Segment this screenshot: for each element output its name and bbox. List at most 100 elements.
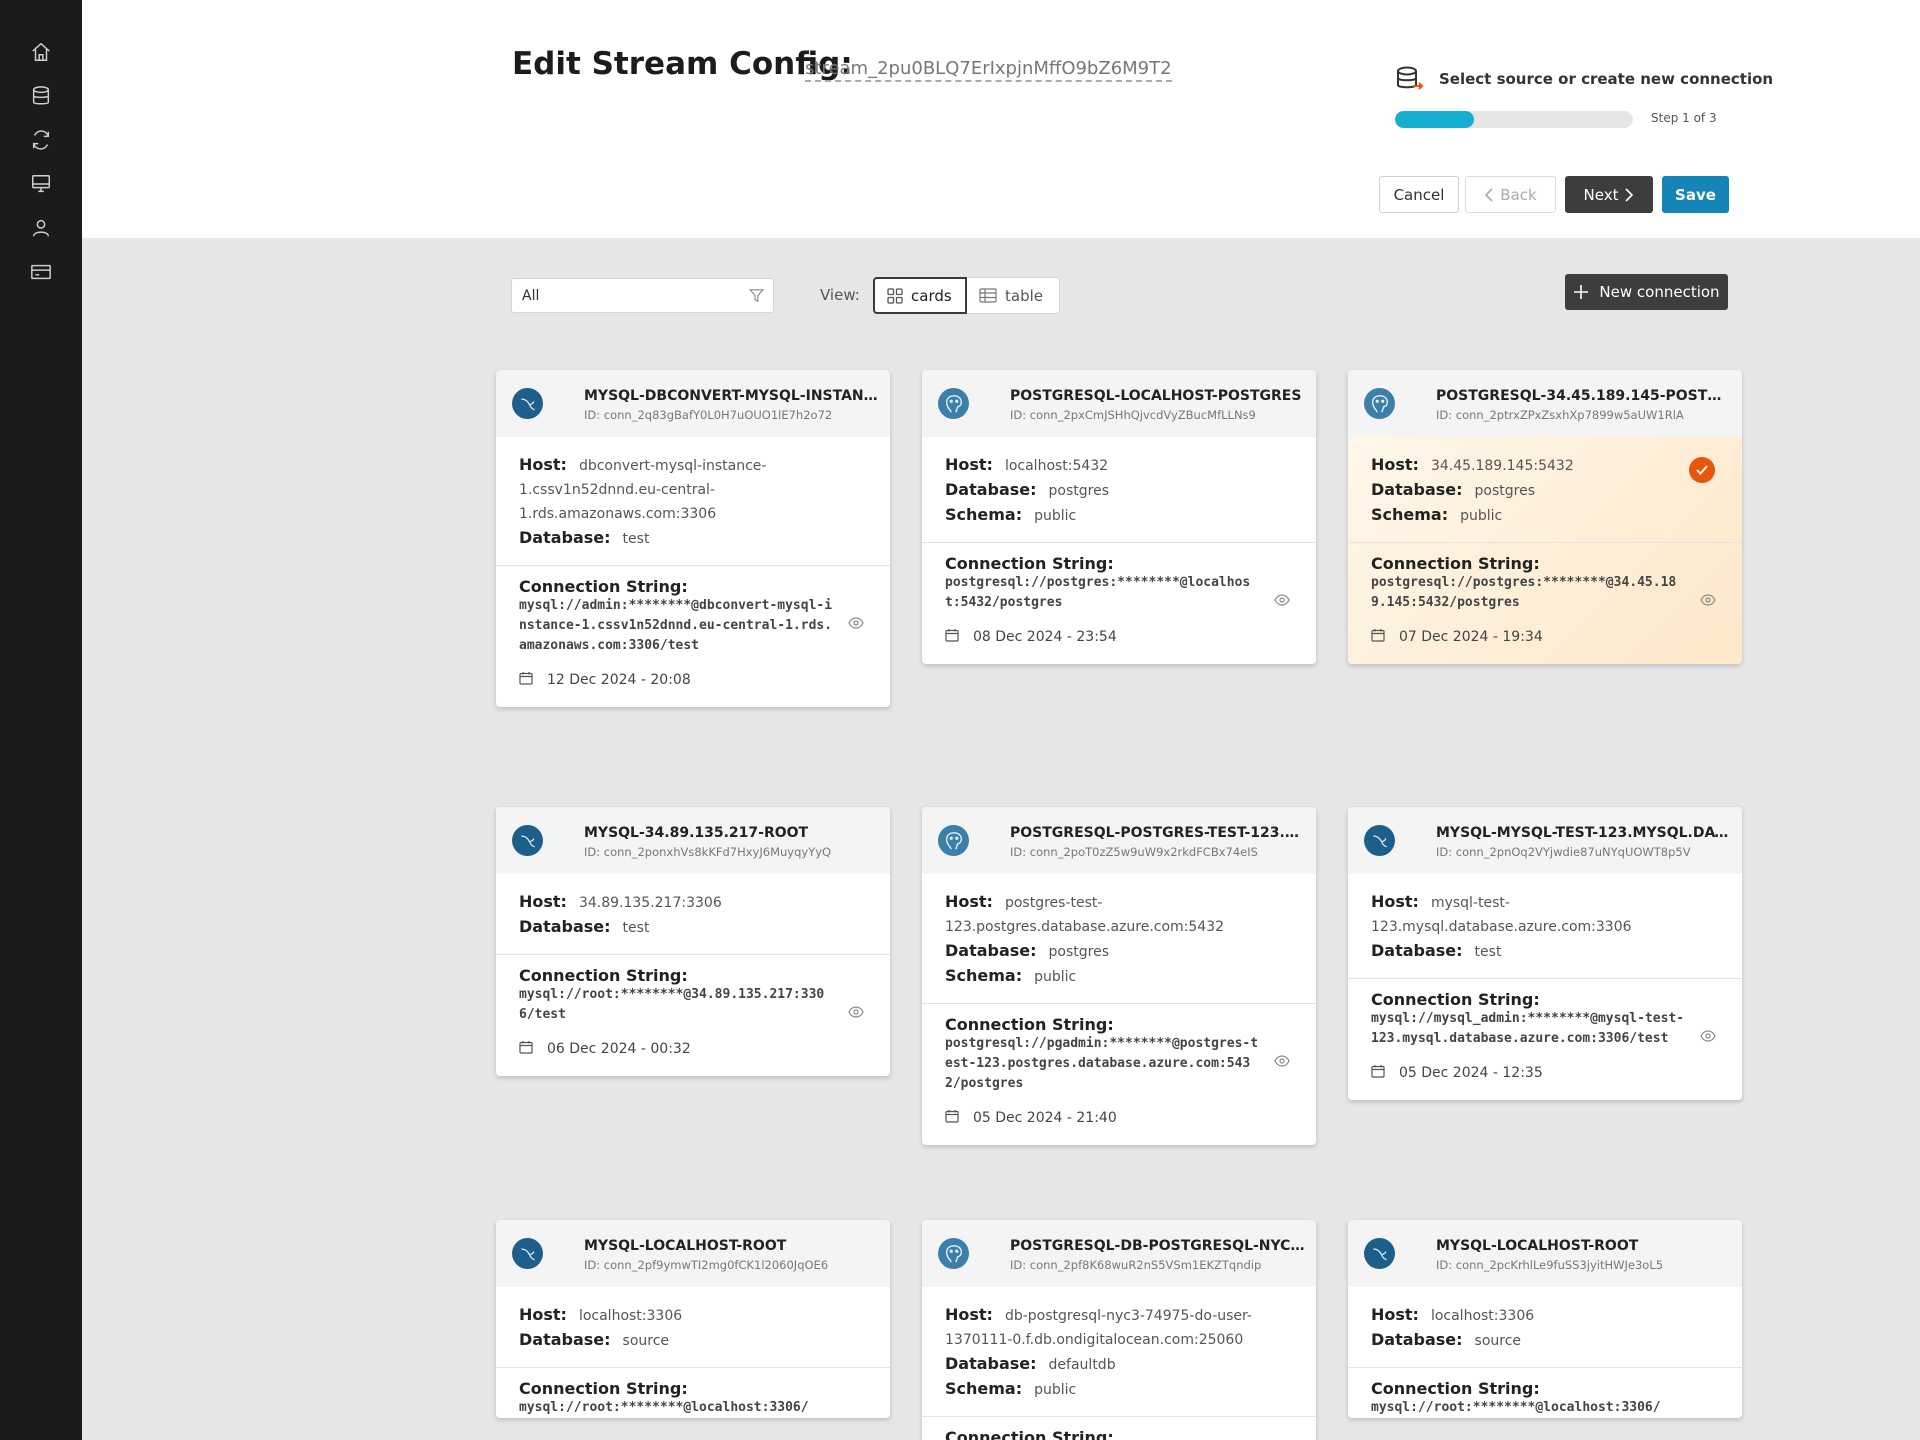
filter-value: All	[522, 288, 540, 304]
connection-string-section: Connection String: mysql://mysql_admin:**…	[1348, 979, 1742, 1049]
schema-value: public	[1034, 969, 1077, 985]
connection-string-section: Connection String: mysql://root:********@…	[1348, 1368, 1742, 1418]
cancel-button[interactable]: Cancel	[1379, 176, 1459, 213]
connection-card[interactable]: MYSQL-MYSQL-TEST-123.MYSQL.DATAB... ID: c…	[1348, 807, 1742, 1100]
database-label: Database:	[945, 480, 1037, 499]
billing-icon[interactable]	[29, 260, 53, 284]
host-value: 34.45.189.145:5432	[1430, 458, 1574, 474]
database-label: Database:	[1371, 1330, 1463, 1349]
home-icon[interactable]	[29, 40, 53, 64]
next-button[interactable]: Next	[1565, 176, 1653, 213]
mysql-icon	[1364, 1238, 1395, 1269]
show-password-eye-icon[interactable]	[848, 1003, 864, 1022]
created-date: 06 Dec 2024 - 00:32	[496, 1025, 890, 1076]
connection-string-section: Connection String: postgresql://postgres:…	[922, 543, 1316, 613]
show-password-eye-icon[interactable]	[848, 614, 864, 633]
connection-name: MYSQL-LOCALHOST-ROOT	[1436, 1238, 1639, 1254]
show-password-eye-icon[interactable]	[848, 1416, 864, 1418]
back-button[interactable]: Back	[1465, 176, 1556, 213]
sync-icon[interactable]	[29, 128, 53, 152]
card-header: MYSQL-DBCONVERT-MYSQL-INSTANCE-... ID: co…	[496, 370, 890, 437]
connection-name: POSTGRESQL-DB-POSTGRESQL-NYC3-74...	[1010, 1238, 1305, 1254]
step-title: Select source or create new connection	[1439, 70, 1774, 88]
postgresql-icon	[1364, 388, 1395, 419]
database-value: test	[1474, 944, 1502, 960]
card-header: POSTGRESQL-LOCALHOST-POSTGRES ID: conn_2p…	[922, 370, 1316, 437]
connection-string-label: Connection String:	[945, 554, 1114, 573]
mysql-icon	[512, 1238, 543, 1269]
created-date: 12 Dec 2024 - 20:08	[496, 656, 890, 707]
connection-card[interactable]: POSTGRESQL-LOCALHOST-POSTGRES ID: conn_2p…	[922, 370, 1316, 664]
database-label: Database:	[945, 1354, 1037, 1373]
connection-name: POSTGRESQL-POSTGRES-TEST-123.POST...	[1010, 825, 1305, 841]
stream-id[interactable]: stream_2pu0BLQ7ErIxpjnMffO9bZ6M9T2	[805, 58, 1172, 82]
database-row: Database: test	[519, 915, 867, 940]
created-date: 08 Dec 2024 - 23:54	[922, 613, 1316, 664]
connection-string-value: mysql://admin:********@dbconvert-mysql-i…	[519, 598, 833, 653]
created-date: 07 Dec 2024 - 19:34	[1348, 613, 1742, 664]
database-value: postgres	[1048, 944, 1110, 960]
mysql-icon	[512, 388, 543, 419]
view-table-toggle[interactable]: table	[967, 277, 1060, 314]
sidebar	[0, 0, 82, 1440]
grid-icon	[887, 287, 903, 304]
step-progress-fill	[1395, 111, 1474, 128]
show-password-eye-icon[interactable]	[1700, 1416, 1716, 1418]
database-value: postgres	[1048, 483, 1110, 499]
created-date-value: 07 Dec 2024 - 19:34	[1399, 629, 1543, 645]
host-value: localhost:3306	[1430, 1308, 1535, 1324]
connection-string-section: Connection String: mysql://root:********@…	[496, 955, 890, 1025]
database-label: Database:	[519, 917, 611, 936]
host-row: Host: postgres-test-123.postgres.database…	[945, 890, 1293, 939]
database-label: Database:	[519, 1330, 611, 1349]
host-label: Host:	[945, 1305, 993, 1324]
connection-card[interactable]: MYSQL-34.89.135.217-ROOT ID: conn_2ponxhV…	[496, 807, 890, 1076]
view-label: View:	[820, 286, 860, 304]
host-value: localhost:3306	[578, 1308, 683, 1324]
connection-card[interactable]: POSTGRESQL-34.45.189.145-POSTGRES ID: con…	[1348, 370, 1742, 664]
connection-name: MYSQL-34.89.135.217-ROOT	[584, 825, 809, 841]
database-row: Database: postgres	[945, 939, 1293, 964]
calendar-icon	[519, 1040, 533, 1058]
next-label: Next	[1583, 185, 1619, 204]
cancel-label: Cancel	[1393, 185, 1445, 204]
connection-name: POSTGRESQL-LOCALHOST-POSTGRES	[1010, 388, 1302, 404]
host-value: localhost:5432	[1004, 458, 1109, 474]
connection-string-value: postgresql://pgadmin:********@postgres-t…	[945, 1036, 1259, 1091]
connection-name: MYSQL-MYSQL-TEST-123.MYSQL.DATAB...	[1436, 825, 1731, 841]
connection-card[interactable]: MYSQL-LOCALHOST-ROOT ID: conn_2pcKrhlLe9f…	[1348, 1220, 1742, 1418]
show-password-eye-icon[interactable]	[1700, 1027, 1716, 1046]
show-password-eye-icon[interactable]	[1274, 1052, 1290, 1071]
connection-id: ID: conn_2pf9ymwTI2mg0fCK1l2060JqOE6	[584, 1258, 829, 1272]
connection-string-label: Connection String:	[519, 966, 688, 985]
database-row: Database: source	[519, 1328, 867, 1353]
schema-value: public	[1034, 1382, 1077, 1398]
show-password-eye-icon[interactable]	[1700, 591, 1716, 610]
page-header: Edit Stream Config: stream_2pu0BLQ7ErIxp…	[82, 0, 1920, 238]
host-label: Host:	[1371, 892, 1419, 911]
view-cards-toggle[interactable]: cards	[873, 277, 967, 314]
user-icon[interactable]	[29, 216, 53, 240]
show-password-eye-icon[interactable]	[1274, 591, 1290, 610]
connection-card[interactable]: POSTGRESQL-POSTGRES-TEST-123.POST... ID: …	[922, 807, 1316, 1145]
postgresql-icon	[938, 1238, 969, 1269]
connection-card[interactable]: POSTGRESQL-DB-POSTGRESQL-NYC3-74... ID: c…	[922, 1220, 1316, 1440]
selected-check-icon	[1689, 457, 1715, 483]
created-date-value: 05 Dec 2024 - 21:40	[973, 1110, 1117, 1126]
table-icon	[979, 288, 997, 303]
schema-label: Schema:	[1371, 505, 1449, 524]
save-button[interactable]: Save	[1662, 176, 1729, 213]
host-row: Host: 34.89.135.217:3306	[519, 890, 867, 915]
connection-string-section: Connection String: mysql://root:********@…	[496, 1368, 890, 1418]
connection-card[interactable]: MYSQL-DBCONVERT-MYSQL-INSTANCE-... ID: co…	[496, 370, 890, 707]
new-connection-button[interactable]: New connection	[1565, 274, 1728, 310]
type-filter-select[interactable]: All	[511, 278, 774, 313]
view-table-label: table	[1005, 286, 1043, 305]
database-icon[interactable]	[29, 84, 53, 108]
monitor-icon[interactable]	[29, 172, 53, 196]
connection-card[interactable]: MYSQL-LOCALHOST-ROOT ID: conn_2pf9ymwTI2m…	[496, 1220, 890, 1418]
connection-string-value: mysql://root:********@localhost:3306/	[519, 1400, 809, 1415]
connection-string-label: Connection String:	[945, 1428, 1114, 1440]
database-value: defaultdb	[1048, 1357, 1116, 1373]
database-label: Database:	[519, 528, 611, 547]
